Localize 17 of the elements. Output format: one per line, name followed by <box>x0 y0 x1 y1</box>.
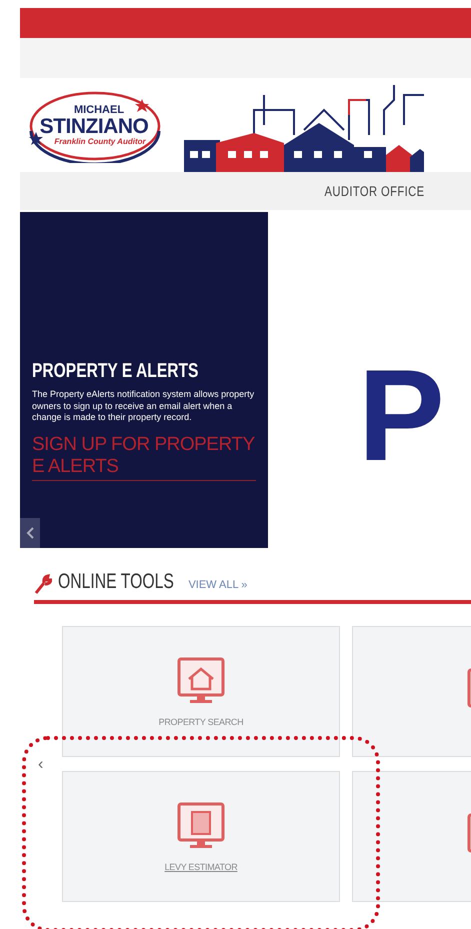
panel-description: The Property eAlerts notification system allows property owners to sign up to receive an email alert when a change is made to their property record. <box>32 389 256 424</box>
carousel-previous-button[interactable] <box>20 518 40 548</box>
sign-up-link[interactable]: SIGN UP FOR PROPERTY E ALERTS <box>32 434 256 480</box>
view-all-link[interactable]: VIEW ALL » <box>188 579 248 591</box>
section-title: ONLINE TOOLS <box>58 570 174 594</box>
chevron-left-icon <box>26 527 34 539</box>
previous-button[interactable]: ‹ <box>36 756 46 774</box>
banner-text: P <box>358 350 445 480</box>
panel-title: PROPERTY E ALERTS <box>32 360 200 383</box>
tool-label: LEVY ESTIMATOR <box>164 862 238 872</box>
tool-card[interactable]: LEVY ESTIMATOR <box>62 771 340 902</box>
calculator-monitor-icon <box>177 802 225 850</box>
nav-link[interactable]: AUDITOR OFFICE <box>324 183 424 199</box>
tool-card[interactable]: PROPERTY SEARCH <box>62 626 340 757</box>
tool-label: PROPERTY SEARCH <box>158 716 244 726</box>
house-monitor-icon <box>177 656 225 704</box>
wrench-icon <box>34 574 52 594</box>
